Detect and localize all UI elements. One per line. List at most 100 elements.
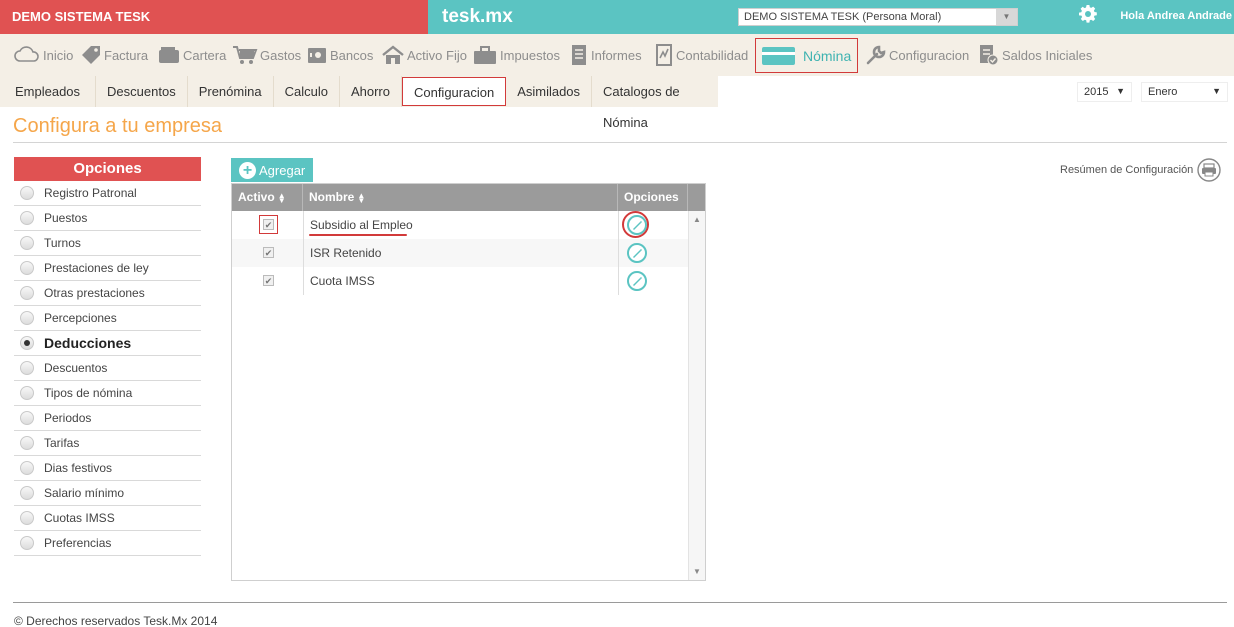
tab-calculo[interactable]: Calculo [274, 76, 340, 107]
radio-button-selected[interactable] [20, 336, 34, 350]
sidebar-item-registro-patronal[interactable]: Registro Patronal [14, 181, 201, 206]
column-header-opciones: Opciones [618, 184, 688, 211]
sidebar-item-label: Otras prestaciones [44, 286, 145, 300]
add-button[interactable]: + Agregar [231, 158, 313, 182]
sort-icon[interactable]: ▲ ▼ [278, 191, 286, 204]
row-options [618, 211, 688, 239]
column-label: Opciones [624, 190, 679, 204]
nav-item-informes[interactable]: Informes [569, 34, 642, 76]
sidebar-item-label: Puestos [44, 211, 88, 225]
sidebar-item-tarifas[interactable]: Tarifas [14, 431, 201, 456]
tab-catalogos-de-nomina[interactable]: Catalogos de Nómina [592, 76, 718, 130]
radio-button[interactable] [20, 486, 34, 500]
tab-configuracion[interactable]: Configuracion [401, 77, 507, 106]
sidebar-item-deducciones[interactable]: Deducciones [14, 331, 201, 356]
chevron-down-icon: ▼ [1212, 86, 1221, 96]
nav-item-gastos[interactable]: Gastos [232, 34, 301, 76]
sidebar-item-turnos[interactable]: Turnos [14, 231, 201, 256]
sidebar-item-label: Descuentos [44, 361, 108, 375]
user-greeting[interactable]: Hola Andrea Andrade [1120, 10, 1232, 22]
scroll-up-icon[interactable]: ▲ [693, 215, 701, 224]
tab-asimilados[interactable]: Asimilados [506, 76, 593, 107]
sidebar-item-label: Salario mínimo [44, 486, 125, 500]
configuration-summary-link[interactable]: Resúmen de Configuración [1060, 158, 1222, 182]
edit-pencil-icon[interactable] [627, 243, 647, 263]
nav-item-nomina[interactable]: Nómina [755, 38, 859, 73]
company-select[interactable]: DEMO SISTEMA TESK (Persona Moral) ▼ [738, 8, 1018, 26]
gear-icon[interactable] [1078, 3, 1098, 27]
sidebar-item-periodos[interactable]: Periodos [14, 406, 201, 431]
radio-button[interactable] [20, 286, 34, 300]
chevron-down-icon: ▼ [1116, 86, 1125, 96]
cloud-icon [14, 46, 39, 62]
ledger-icon [656, 44, 672, 66]
radio-button[interactable] [20, 211, 34, 225]
radio-button[interactable] [20, 361, 34, 375]
sidebar-item-tipos-de-nomina[interactable]: Tipos de nómina [14, 381, 201, 406]
radio-button[interactable] [20, 436, 34, 450]
sub-nav-tabs: Empleados Descuentos Prenómina Calculo A… [0, 76, 718, 130]
radio-button[interactable] [20, 261, 34, 275]
table-scrollbar[interactable]: ▲ ▼ [688, 211, 705, 580]
column-header-activo[interactable]: Activo ▲ ▼ [232, 184, 303, 211]
radio-button[interactable] [20, 511, 34, 525]
radio-button[interactable] [20, 236, 34, 250]
sidebar-item-label: Dias festivos [44, 461, 113, 475]
edit-pencil-icon[interactable] [627, 215, 647, 235]
sidebar-item-prestaciones-de-ley[interactable]: Prestaciones de ley [14, 256, 201, 281]
nav-item-bancos[interactable]: Bancos [306, 34, 373, 76]
nav-item-factura[interactable]: Factura [80, 34, 148, 76]
month-select[interactable]: Enero ▼ [1141, 82, 1228, 102]
tab-ahorro[interactable]: Ahorro [340, 76, 402, 107]
table-row[interactable]: ✔ ISR Retenido [232, 239, 688, 267]
page-title: Configura a tu empresa [13, 115, 223, 137]
nav-label: Inicio [43, 47, 74, 63]
sidebar-item-percepciones[interactable]: Percepciones [14, 306, 201, 331]
nav-item-activo-fijo[interactable]: Activo Fijo [381, 34, 467, 76]
table-row[interactable]: ✔ Cuota IMSS [232, 267, 688, 295]
tab-prenomina[interactable]: Prenómina [188, 76, 274, 107]
sidebar-item-puestos[interactable]: Puestos [14, 206, 201, 231]
tab-empleados[interactable]: Empleados [0, 76, 97, 107]
sort-icon[interactable]: ▲ ▼ [357, 191, 365, 204]
radio-button[interactable] [20, 386, 34, 400]
radio-button[interactable] [20, 461, 34, 475]
nav-item-contabilidad[interactable]: Contabilidad [654, 34, 748, 76]
active-checkbox[interactable]: ✔ [263, 247, 274, 258]
radio-button[interactable] [20, 536, 34, 550]
nav-item-inicio[interactable]: Inicio [13, 34, 73, 76]
edit-pencil-icon[interactable] [627, 271, 647, 291]
active-checkbox[interactable]: ✔ [263, 219, 274, 230]
account-name: DEMO SISTEMA TESK [0, 0, 428, 34]
house-icon [382, 45, 404, 64]
radio-button[interactable] [20, 186, 34, 200]
deducciones-table: Activo ▲ ▼ Nombre ▲ ▼ Opciones ✔ Subsidio al… [231, 183, 706, 581]
brand-bar: tesk.mx DEMO SISTEMA TESK (Persona Moral… [428, 0, 1234, 34]
tab-descuentos[interactable]: Descuentos [96, 76, 188, 107]
nav-item-impuestos[interactable]: Impuestos [472, 34, 560, 76]
sidebar-item-preferencias[interactable]: Preferencias [14, 531, 201, 556]
radio-button[interactable] [20, 411, 34, 425]
active-checkbox[interactable]: ✔ [263, 275, 274, 286]
year-select[interactable]: 2015 ▼ [1077, 82, 1132, 102]
radio-button[interactable] [20, 311, 34, 325]
nav-item-saldos-iniciales[interactable]: Saldos Iniciales [978, 34, 1092, 76]
sidebar-item-label: Registro Patronal [44, 186, 137, 200]
scroll-down-icon[interactable]: ▼ [693, 567, 701, 576]
nav-label: Bancos [330, 47, 374, 63]
sidebar-item-dias-festivos[interactable]: Dias festivos [14, 456, 201, 481]
highlight-underline [309, 234, 407, 236]
sidebar-item-cuotas-imss[interactable]: Cuotas IMSS [14, 506, 201, 531]
sidebar-item-salario-minimo[interactable]: Salario mínimo [14, 481, 201, 506]
column-header-nombre[interactable]: Nombre ▲ ▼ [303, 184, 618, 211]
table-row[interactable]: ✔ Subsidio al Empleo [232, 211, 688, 239]
brand-logo[interactable]: tesk.mx [442, 6, 513, 28]
nav-item-cartera[interactable]: Cartera [157, 34, 226, 76]
nav-label: Configuracion [889, 47, 970, 63]
sidebar-item-otras-prestaciones[interactable]: Otras prestaciones [14, 281, 201, 306]
footer-copyright: © Derechos reservados Tesk.Mx 2014 [14, 614, 218, 627]
row-name: Cuota IMSS [303, 267, 375, 295]
nav-item-configuracion[interactable]: Configuracion [865, 34, 969, 76]
sidebar-item-descuentos[interactable]: Descuentos [14, 356, 201, 381]
printer-icon[interactable] [1197, 158, 1222, 182]
